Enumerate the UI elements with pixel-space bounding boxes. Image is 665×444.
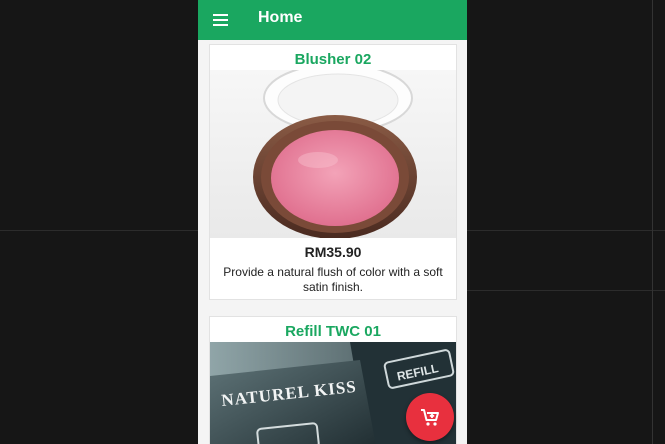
add-to-cart-button[interactable] (406, 393, 454, 441)
product-price: RM35.90 (304, 244, 362, 260)
menu-icon[interactable] (211, 10, 231, 30)
product-image[interactable] (210, 70, 456, 238)
product-list: Blusher 02 RM35.90 Provide a natural flu… (198, 40, 467, 444)
background-divider (0, 230, 198, 231)
add-to-cart-icon (421, 409, 439, 426)
background-window-edge (652, 0, 653, 444)
product-name: Refill TWC 01 (285, 323, 381, 340)
background-divider (467, 230, 665, 231)
background-right-panel (467, 0, 665, 444)
blusher-compact-photo (210, 70, 456, 238)
background-left-panel (0, 0, 198, 444)
app-bar: Home (198, 0, 467, 40)
product-name: Blusher 02 (294, 51, 372, 68)
product-description: Provide a natural flush of color with a … (223, 265, 443, 294)
app-window: Home Blusher 02 RM35.90 Provide a natura… (198, 0, 467, 444)
background-divider (467, 290, 665, 291)
product-card[interactable]: Blusher 02 RM35.90 Provide a natural flu… (209, 44, 457, 300)
page-title: Home (258, 9, 303, 26)
